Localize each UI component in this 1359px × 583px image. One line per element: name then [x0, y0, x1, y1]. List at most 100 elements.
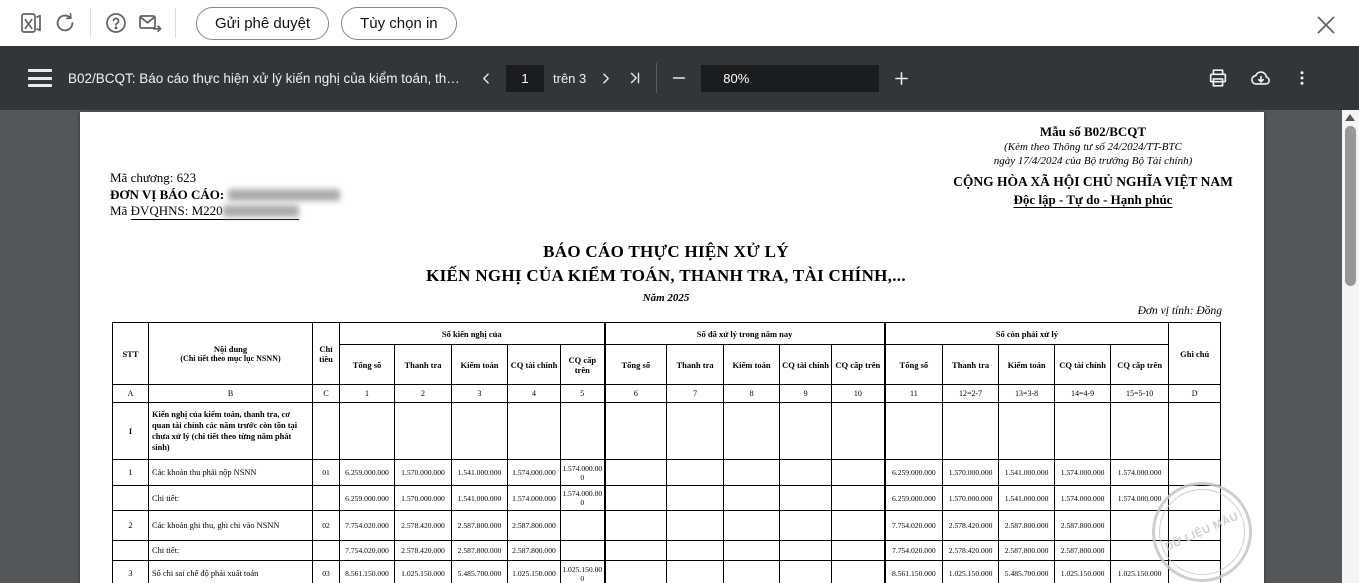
header-subcol: CQ cấp trên [1110, 344, 1170, 385]
unit-id-line: Mã ĐVQHNS: M220 [110, 203, 340, 220]
table-cell: 6.259.000.000 [883, 459, 944, 486]
header-subcol: Thanh tra [942, 344, 1000, 385]
table-cell [603, 540, 668, 561]
table-cell: 1.574.000.000 [1110, 459, 1170, 486]
table-cell: 2.587.800.000 [507, 540, 561, 561]
document-title: B02/BCQT: Báo cáo thực hiện xử lý kiến n… [68, 70, 466, 86]
previous-page-button[interactable] [476, 68, 497, 89]
document-page: Mã chương: 623 ĐƠN VỊ BÁO CÁO: Mã ĐVQHNS… [80, 112, 1269, 583]
table-cell [779, 540, 833, 561]
cloud-download-icon [1251, 71, 1270, 85]
table-cell: 1.574.000.000 [507, 459, 561, 486]
excel-export-button[interactable] [14, 6, 48, 40]
table-cell [666, 560, 725, 583]
column-code: 1 [339, 384, 395, 403]
send-approval-button[interactable]: Gửi phê duyệt [196, 6, 330, 40]
table-cell [779, 560, 833, 583]
header-group: Số kiến nghị của [338, 322, 606, 345]
table-cell [831, 485, 886, 511]
table-cell: 7.754.020.000 [883, 510, 944, 541]
table-cell [723, 510, 781, 541]
column-code: 5 [559, 384, 606, 403]
column-code: 3 [451, 384, 508, 403]
page-navigation: trên 3 80% [476, 63, 914, 93]
table-cell: 1.025.150.000 [942, 560, 1000, 583]
last-page-button[interactable] [624, 67, 646, 89]
report-title-line1: BÁO CÁO THỰC HIỆN XỬ LÝ [543, 242, 789, 261]
redacted-unit-name [227, 188, 340, 201]
cell-chitieu: 01 [312, 459, 340, 486]
header-subcol: Tổng số [339, 344, 395, 385]
column-code: A [112, 384, 149, 403]
reporting-unit-label: ĐƠN VỊ BÁO CÁO: [110, 186, 225, 202]
header-subcol: Kiểm toán [451, 344, 508, 385]
table-row: Chi tiết: 7.754.020.000 2.578.420.000 2.587… [112, 540, 1222, 561]
table-row: Chi tiết: 6.259.000.000 1.570.000.000 1.541… [112, 485, 1222, 511]
table-cell [831, 540, 886, 561]
help-button[interactable] [99, 6, 133, 40]
table-cell [394, 402, 452, 460]
header-group: Số còn phải xử lý [883, 322, 1170, 345]
table-cell [723, 402, 781, 460]
table-cell [1168, 402, 1222, 460]
zoom-in-button[interactable] [889, 66, 914, 91]
zoom-level-display[interactable]: 80% [701, 64, 880, 92]
table-cell [1054, 402, 1112, 460]
zoom-out-button[interactable] [667, 66, 691, 90]
top-toolbar: Gửi phê duyệt Tùy chọn in [0, 0, 1359, 46]
table-cell: 2.587.800.000 [451, 510, 508, 541]
column-code: 12=2-7 [942, 384, 1000, 403]
table-cell: 2.587.800.000 [998, 540, 1056, 561]
next-page-button[interactable] [595, 68, 616, 89]
vertical-scrollbar[interactable] [1342, 110, 1359, 583]
send-mail-button[interactable] [133, 6, 167, 40]
menu-button[interactable] [28, 69, 52, 87]
scrollbar-thumb[interactable] [1345, 126, 1356, 286]
table-cell: 2.578.420.000 [942, 510, 1000, 541]
cell-noidung: Các khoản ghi thu, ghi chi vào NSNN [148, 510, 313, 541]
header-subcol: CQ tài chính [507, 344, 561, 385]
table-cell [723, 560, 781, 583]
table-cell [559, 540, 606, 561]
form-number: Mẫu số B02/BCQT [1039, 124, 1147, 139]
header-subcol: CQ cấp trên [559, 344, 606, 385]
table-row: 2 Các khoản ghi thu, ghi chi vào NSNN 02 7.… [112, 510, 1222, 541]
table-cell: 2.578.420.000 [394, 510, 452, 541]
print-options-button[interactable]: Tùy chọn in [341, 6, 457, 40]
refresh-button[interactable] [48, 6, 82, 40]
table-cell: 8.561.150.000 [883, 560, 944, 583]
header-ghichu: Ghi chú [1168, 322, 1222, 385]
table-cell [559, 402, 606, 460]
close-button[interactable] [1313, 10, 1343, 40]
table-cell [779, 485, 833, 511]
download-button[interactable] [1245, 63, 1277, 93]
table-cell [883, 402, 944, 460]
column-code: 13=3-8 [998, 384, 1056, 403]
table-cell: 1.570.000.000 [942, 485, 1000, 511]
zoom-level-value: 80% [723, 70, 750, 86]
table-cell: 8.561.150.000 [339, 560, 395, 583]
report-title-line2: KIẾN NGHỊ CỦA KIỂM TOÁN, THANH TRA, TÀI … [426, 266, 906, 285]
table-cell: 6.259.000.000 [339, 485, 395, 511]
table-cell: 6.259.000.000 [339, 459, 395, 486]
cell-stt: 3 [112, 560, 149, 583]
table-cell: 7.754.020.000 [339, 510, 395, 541]
cell-stt [112, 540, 149, 561]
page-number-input[interactable] [506, 64, 544, 92]
cell-noidung: Kiến nghị của kiểm toán, thanh tra, cơ q… [148, 402, 313, 460]
send-mail-icon [139, 15, 162, 33]
reporting-unit-line: ĐƠN VỊ BÁO CÁO: [110, 187, 340, 204]
header-subcol: Tổng số [883, 344, 944, 385]
print-icon [1209, 69, 1227, 87]
scrollbar-up-arrow[interactable] [1345, 114, 1355, 121]
table-cell: 2.587.800.000 [507, 510, 561, 541]
table-cell: 1.570.000.000 [394, 485, 452, 511]
table-cell [723, 540, 781, 561]
header-group: Số đã xử lý trong năm nay [603, 322, 886, 345]
circular-reference-line2: ngày 17/4/2024 của Bộ trưởng Bộ Tài chín… [993, 155, 1193, 167]
column-code: 14=4-9 [1054, 384, 1112, 403]
more-options-button[interactable] [1289, 64, 1315, 92]
print-button[interactable] [1203, 63, 1233, 93]
cell-noidung: Chi tiết: [148, 540, 313, 561]
report-title-block: BÁO CÁO THỰC HIỆN XỬ LÝ KIẾN NGHỊ CỦA KI… [112, 242, 1220, 304]
